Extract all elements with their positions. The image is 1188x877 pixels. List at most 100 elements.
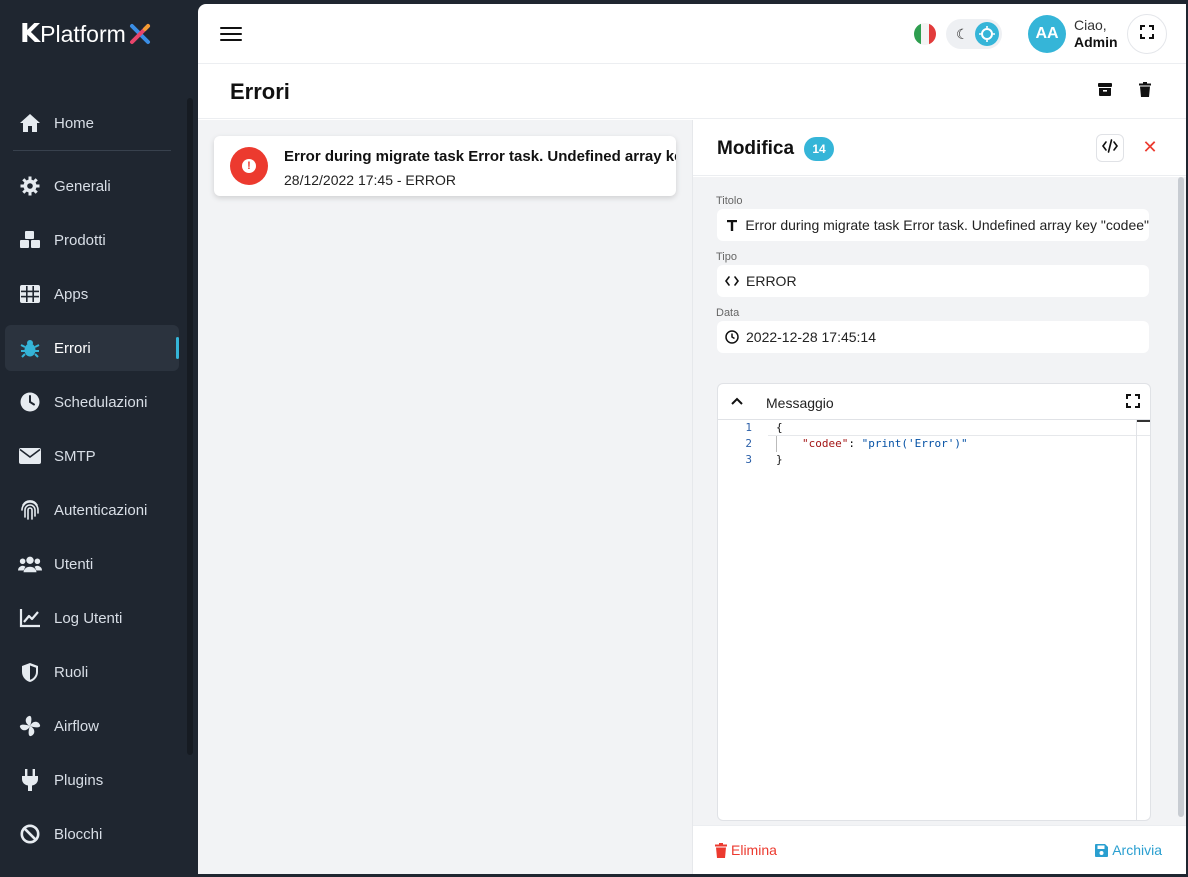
close-icon: ✕ [1142, 136, 1158, 157]
detail-title: Modifica [717, 138, 795, 159]
menu-toggle-button[interactable] [220, 24, 242, 44]
content-area: ! Error during migrate task Error task. … [198, 120, 1186, 874]
sidebar-item-label: Airflow [54, 717, 100, 735]
sidebar-item-ruoli[interactable]: Ruoli [5, 649, 179, 695]
code-area[interactable]: 1 { 2 "codee": "print('Error')" 3 } [718, 420, 1150, 468]
error-subtitle: 28/12/2022 17:45 - ERROR [284, 172, 456, 188]
list-item[interactable]: ! Error during migrate task Error task. … [214, 136, 676, 196]
expand-icon [1140, 24, 1154, 44]
sidebar-item-label: Utenti [54, 555, 94, 573]
page-title: Errori [230, 79, 290, 104]
chart-line-icon [18, 606, 42, 630]
titolo-field[interactable]: Error during migrate task Error task. Un… [717, 209, 1149, 241]
code-text: "codee": "print('Error')" [802, 436, 968, 452]
main-panel: ☾ AA Ciao, Admin Errori ! Error during m… [198, 4, 1186, 874]
sidebar-item-errori[interactable]: Errori [5, 325, 179, 371]
json-value: "print('Error')" [861, 437, 968, 450]
save-icon [1095, 843, 1109, 857]
sidebar-item-apps[interactable]: Apps [5, 271, 179, 317]
sidebar-item-label: Schedulazioni [54, 393, 148, 411]
line-number: 2 [745, 437, 752, 450]
moon-icon: ☾ [956, 26, 969, 42]
data-label: Data [716, 307, 740, 319]
detail-panel: Modifica 14 ✕ Titolo Error during migrat… [692, 120, 1186, 874]
error-title: Error during migrate task Error task. Un… [284, 148, 676, 165]
sidebar-item-plugins[interactable]: Plugins [5, 757, 179, 803]
theme-toggle[interactable]: ☾ [946, 19, 1002, 49]
top-bar: ☾ AA Ciao, Admin [198, 4, 1186, 64]
logo-x-icon [129, 23, 151, 45]
plug-icon [18, 768, 42, 792]
sidebar-item-label: Errori [54, 339, 91, 357]
titolo-value: Error during migrate task Error task. Un… [745, 217, 1149, 233]
sidebar-divider [13, 150, 171, 151]
tipo-value: ERROR [746, 273, 797, 289]
detail-form: Titolo Error during migrate task Error t… [693, 177, 1186, 825]
grid-icon [18, 282, 42, 306]
delete-all-button[interactable] [1135, 82, 1155, 102]
it-flag-icon[interactable] [914, 23, 936, 45]
fan-icon [18, 714, 42, 738]
sidebar-item-airflow[interactable]: Airflow [5, 703, 179, 749]
greeting-text: Ciao, [1074, 17, 1107, 33]
sidebar-item-utenti[interactable]: Utenti [5, 541, 179, 587]
data-field[interactable]: 2022-12-28 17:45:14 [717, 321, 1149, 353]
gear-icon [18, 174, 42, 198]
message-editor[interactable]: Messaggio 1 { 2 "codee": "print('Error')… [717, 383, 1151, 821]
editor-label: Messaggio [766, 395, 834, 411]
expand-icon[interactable] [1126, 394, 1140, 413]
sidebar-item-smtp[interactable]: SMTP [5, 433, 179, 479]
sidebar-item-label: Generali [54, 177, 111, 195]
sidebar-scrollbar[interactable] [187, 98, 193, 755]
hamburger-icon [220, 27, 242, 29]
titolo-label: Titolo [716, 195, 743, 207]
code-line: 1 { [718, 420, 1150, 436]
code-icon [725, 274, 739, 288]
trash-icon [715, 842, 727, 858]
sidebar-item-generali[interactable]: Generali [5, 163, 179, 209]
archive-label: Archivia [1112, 842, 1162, 858]
sidebar-item-label: Home [54, 114, 95, 132]
editor-scrollbar[interactable] [1136, 420, 1150, 820]
sidebar-item-schedulazioni[interactable]: Schedulazioni [5, 379, 179, 425]
sidebar-item-blocchi[interactable]: Blocchi [5, 811, 179, 857]
sidebar-item-label: Ruoli [54, 663, 89, 681]
detail-scrollbar[interactable] [1178, 177, 1184, 817]
sidebar-item-label: Blocchi [54, 825, 103, 843]
hamburger-icon-bar [220, 33, 242, 35]
archive-button[interactable]: Archivia [1095, 842, 1162, 858]
indent-guide [776, 436, 777, 452]
code-view-button[interactable] [1096, 134, 1124, 162]
fullscreen-button[interactable] [1127, 14, 1167, 54]
chevron-up-icon[interactable] [730, 394, 744, 413]
sidebar-item-autenticazioni[interactable]: Autenticazioni [5, 487, 179, 533]
detail-header: Modifica 14 ✕ [693, 120, 1186, 176]
delete-button[interactable]: Elimina [715, 842, 777, 858]
close-button[interactable]: ✕ [1140, 137, 1160, 157]
bug-icon [18, 336, 42, 360]
avatar[interactable]: AA [1028, 15, 1066, 53]
errors-list: ! Error during migrate task Error task. … [198, 120, 692, 874]
sidebar-item-label: Plugins [54, 771, 104, 789]
sidebar-item-label: Log Utenti [54, 609, 123, 627]
code-line: 2 "codee": "print('Error')" [718, 436, 1150, 452]
sidebar-item-label: Apps [54, 285, 89, 303]
sidebar-item-home[interactable]: Home [5, 100, 179, 146]
tipo-field[interactable]: ERROR [717, 265, 1149, 297]
sidebar-item-prodotti[interactable]: Prodotti [5, 217, 179, 263]
editor-header: Messaggio [718, 384, 1150, 420]
clock-icon [725, 330, 739, 344]
exclamation-icon: ! [242, 159, 256, 173]
logo[interactable]: K Platform [20, 19, 151, 49]
sidebar-item-label: SMTP [54, 447, 96, 465]
line-number: 1 [745, 421, 752, 434]
archive-all-button[interactable] [1095, 82, 1115, 102]
user-greeting[interactable]: Ciao, Admin [1074, 17, 1118, 51]
sidebar-item-label: Autenticazioni [54, 501, 148, 519]
page-header: Errori [198, 64, 1186, 119]
hamburger-icon-bar [220, 39, 242, 41]
json-key: "codee" [802, 437, 849, 450]
sidebar-item-log-utenti[interactable]: Log Utenti [5, 595, 179, 641]
code-text: { [776, 421, 783, 434]
detail-id-badge: 14 [804, 137, 834, 161]
